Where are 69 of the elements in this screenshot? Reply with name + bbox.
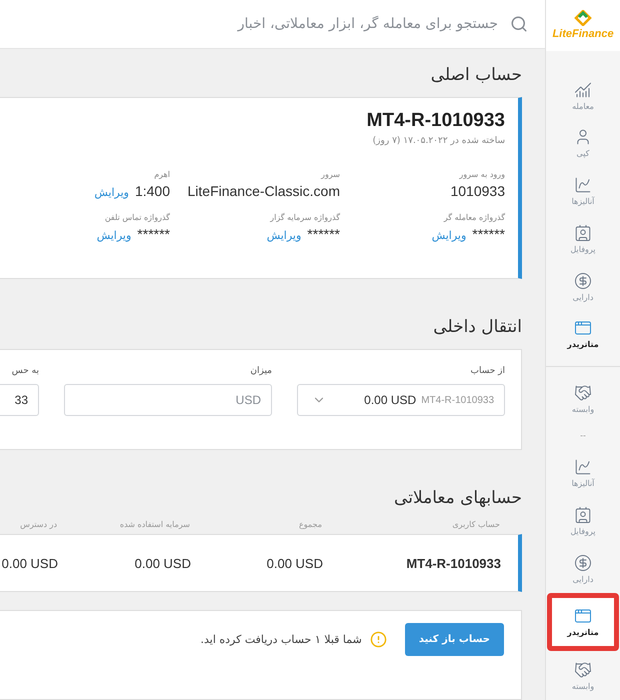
- sidebar-item[interactable]: وابسته: [553, 375, 613, 424]
- select-account: MT4-R-1010933: [421, 394, 494, 406]
- field-value: LiteFinance-Classic.com: [188, 183, 340, 199]
- table-cell-text: 0.00 USD: [134, 556, 191, 570]
- table-cell-text: 0.00 USD: [266, 556, 323, 570]
- edit-link[interactable]: ویرایش: [266, 229, 302, 242]
- id-card-icon: [574, 224, 592, 242]
- open-account-button[interactable]: حساب باز کنید: [404, 623, 504, 656]
- chart-icon: [574, 458, 592, 476]
- field-label: ورود به سرور: [458, 170, 505, 179]
- window-icon: [574, 319, 592, 338]
- select-value: 0.00 USD: [364, 393, 416, 407]
- column-header: در دسترس: [19, 520, 57, 529]
- id-card-icon: [574, 506, 592, 524]
- column-header: سرمایه استفاده شده: [118, 520, 190, 529]
- amount-field[interactable]: USD: [64, 384, 272, 416]
- edit-link[interactable]: ویرایش: [94, 186, 129, 199]
- column-header: مجموع: [298, 520, 322, 529]
- handshake-icon: [574, 661, 592, 680]
- field-value: 1010933: [450, 183, 505, 199]
- field-value: ******: [472, 226, 505, 242]
- sidebar-item[interactable]: کپی: [553, 119, 613, 168]
- field-label: از حساب: [469, 366, 505, 376]
- bar-chart-icon: [574, 80, 592, 99]
- field-value: ******: [137, 226, 170, 242]
- sidebar-item[interactable]: متاتریدر: [547, 593, 619, 652]
- field-label: گذرواژه سرمایه گزار: [268, 213, 340, 222]
- account-number: MT4-R-1010933: [366, 110, 505, 132]
- sidebar-item[interactable]: دارایی: [553, 544, 613, 592]
- field-label: میزان: [249, 366, 272, 376]
- sidebar-item[interactable]: دارایی: [553, 262, 613, 311]
- section-heading: انتقال داخلی: [432, 316, 522, 339]
- search-icon[interactable]: [510, 15, 528, 33]
- field-label: اهرم: [153, 170, 170, 179]
- separator-dots: --: [580, 430, 586, 442]
- logo-icon: [574, 10, 592, 26]
- sidebar-item[interactable]: وابسته: [553, 652, 613, 700]
- chart-icon: [574, 176, 592, 194]
- sidebar-item[interactable]: معامله: [553, 72, 613, 120]
- section-heading: حساب اصلی: [430, 64, 522, 87]
- sidebar-item[interactable]: متاتریدر: [553, 310, 613, 358]
- logo-text: LiteFinance: [552, 28, 614, 40]
- account-select[interactable]: 0.00 USD MT4-R-1010933: [297, 384, 505, 416]
- field-value: 1:400: [134, 183, 170, 199]
- table-cell-text: 0.00 USD: [0, 556, 58, 570]
- sidebar-item[interactable]: آنالیزها: [553, 449, 613, 497]
- edit-link[interactable]: ویرایش: [432, 229, 466, 242]
- dollar-icon: [574, 554, 592, 572]
- select-value: 33: [14, 393, 28, 407]
- field-label: گذرواژه تماس تلفن: [104, 213, 170, 222]
- created-date: ساخته شده در ۱۷.۰۵.۲۰۲۲ (۷ روز): [372, 136, 505, 146]
- table-cell-text: MT4-R-1010933: [405, 556, 501, 570]
- field-value: ******: [307, 226, 340, 242]
- sidebar-item[interactable]: پروفایل: [553, 215, 613, 263]
- account-row[interactable]: 0.00 USD 0.00 USD 0.00 USD MT4-R-1010933: [0, 534, 522, 592]
- field-label: سرور: [320, 170, 340, 179]
- handshake-icon: [574, 384, 592, 402]
- notice-text: شما قبلا ۱ حساب دریافت کرده اید.: [200, 633, 362, 646]
- account-select[interactable]: 33: [0, 384, 39, 416]
- edit-link[interactable]: ویرایش: [96, 229, 132, 242]
- warning-icon: [370, 631, 387, 648]
- field-label: گذرواژه معامله گر: [442, 213, 505, 222]
- sidebar-item[interactable]: پروفایل: [553, 496, 613, 545]
- sidebar-item[interactable]: آنالیزها: [553, 167, 613, 215]
- field-label: به حس: [10, 366, 39, 376]
- section-heading: حسابهای معاملاتی: [393, 487, 522, 510]
- window-icon: [574, 607, 592, 626]
- dollar-icon: [574, 272, 592, 290]
- column-header: حساب کاربری: [451, 520, 500, 529]
